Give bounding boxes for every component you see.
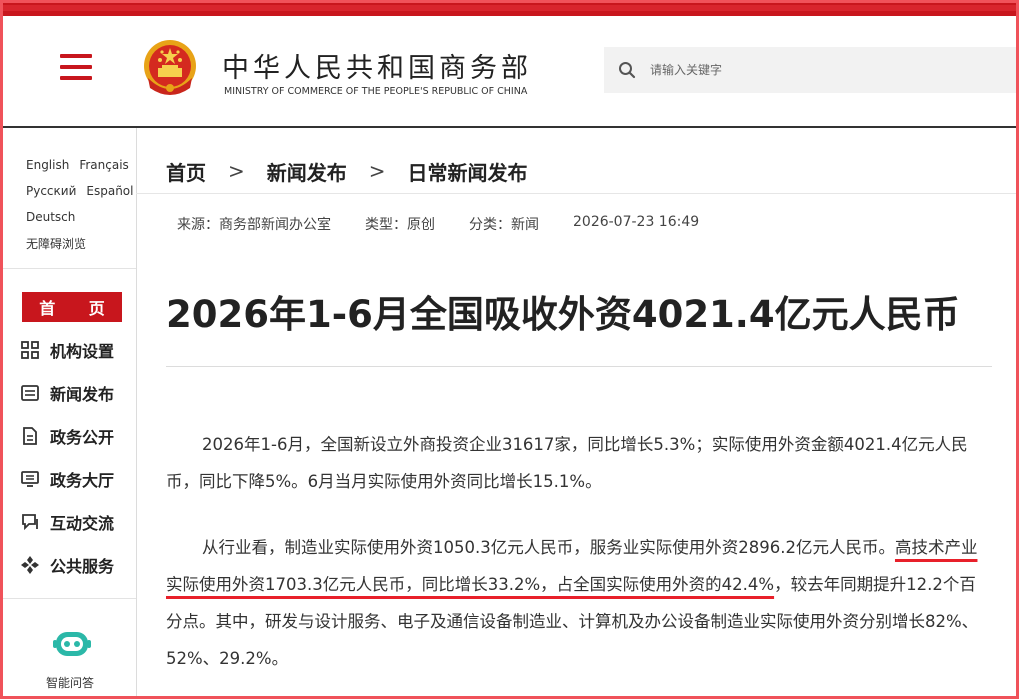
breadcrumb-news[interactable]: 新闻发布 <box>267 157 347 186</box>
article-title: 2026年1-6月全国吸收外资4021.4亿元人民币 <box>166 293 960 336</box>
sidebar-item-label: 新闻发布 <box>50 385 115 404</box>
title-divider <box>166 366 992 367</box>
sidebar-item-label: 互动交流 <box>50 514 115 533</box>
paragraph-text: 从行业看，制造业实际使用外资1050.3亿元人民币，服务业实际使用外资2896.… <box>202 538 895 557</box>
sidebar-item-label: 公共服务 <box>50 557 115 576</box>
sidebar-item-label: 政务大厅 <box>50 471 115 490</box>
site-header: 中华人民共和国商务部 MINISTRY OF COMMERCE OF THE P… <box>0 16 1019 128</box>
news-icon <box>21 385 39 401</box>
hamburger-bar <box>60 76 92 80</box>
search-box <box>604 47 1016 93</box>
sidebar-item-public-service[interactable]: 公共服务 <box>20 550 132 580</box>
sidebar-item-label: 政务公开 <box>50 428 115 447</box>
site-title-cn[interactable]: 中华人民共和国商务部 <box>222 46 532 85</box>
language-row: English Français <box>26 152 132 178</box>
robot-icon[interactable] <box>52 626 92 662</box>
search-input[interactable] <box>650 47 1000 93</box>
breadcrumb-divider <box>136 193 1016 194</box>
org-structure-icon <box>21 341 39 359</box>
search-icon[interactable] <box>618 61 636 79</box>
sidebar-item-label: 机构设置 <box>50 342 115 361</box>
service-hall-icon <box>21 471 39 487</box>
language-row: 无障碍浏览 <box>26 230 132 256</box>
meta-category: 分类：新闻 <box>469 217 539 233</box>
language-links: English Français Русский Español Deutsch… <box>26 152 133 256</box>
breadcrumb-separator: > <box>368 159 386 183</box>
lang-french-link[interactable]: Français <box>79 158 128 172</box>
sidebar-item-government-affairs[interactable]: 政务公开 <box>20 421 132 451</box>
lang-german-link[interactable]: Deutsch <box>26 210 75 224</box>
breadcrumb-daily-news[interactable]: 日常新闻发布 <box>408 157 528 186</box>
article-paragraph-2: 从行业看，制造业实际使用外资1050.3亿元人民币，服务业实际使用外资2896.… <box>166 529 992 677</box>
interaction-icon <box>22 514 38 531</box>
hamburger-menu-icon[interactable] <box>60 54 92 80</box>
breadcrumb-separator: > <box>228 159 245 183</box>
meta-source: 来源：商务部新闻办公室 <box>177 217 331 233</box>
language-row: Русский Español <box>26 178 133 204</box>
sidebar-item-interaction[interactable]: 互动交流 <box>20 507 132 537</box>
public-service-icon <box>21 556 39 574</box>
lang-english-link[interactable]: English <box>26 158 69 172</box>
sidebar-divider <box>0 598 136 599</box>
sidebar-divider <box>0 268 136 269</box>
national-emblem-icon[interactable] <box>140 38 200 100</box>
top-red-bar-stripe <box>0 5 1019 11</box>
lang-spanish-link[interactable]: Español <box>86 184 133 198</box>
meta-datetime: 2026-07-23 16:49 <box>573 214 700 230</box>
meta-type: 类型：原创 <box>365 217 435 233</box>
lang-russian-link[interactable]: Русский <box>26 184 76 198</box>
assistant-label[interactable]: 智能问答 <box>46 674 94 691</box>
article-paragraph-1: 2026年1-6月，全国新设立外商投资企业31617家，同比增长5.3%；实际使… <box>166 435 968 491</box>
home-button[interactable]: 首 页 <box>22 292 122 322</box>
top-red-bar <box>0 0 1019 16</box>
article-meta: 来源：商务部新闻办公室 类型：原创 分类：新闻 2026-07-23 16:49 <box>177 214 733 234</box>
hamburger-bar <box>60 65 92 69</box>
breadcrumb-home[interactable]: 首页 <box>166 157 206 186</box>
hamburger-bar <box>60 54 92 58</box>
left-sidebar: English Français Русский Español Deutsch… <box>0 128 137 699</box>
sidebar-item-organization[interactable]: 机构设置 <box>20 335 132 365</box>
accessibility-link[interactable]: 无障碍浏览 <box>26 235 86 252</box>
breadcrumb: 首页 > 新闻发布 > 日常新闻发布 <box>166 156 528 186</box>
language-row: Deutsch <box>26 204 132 230</box>
sidebar-item-news[interactable]: 新闻发布 <box>20 378 132 408</box>
document-icon <box>23 427 37 445</box>
site-title-en: MINISTRY OF COMMERCE OF THE PEOPLE'S REP… <box>224 86 528 97</box>
sidebar-item-service-hall[interactable]: 政务大厅 <box>20 464 132 494</box>
